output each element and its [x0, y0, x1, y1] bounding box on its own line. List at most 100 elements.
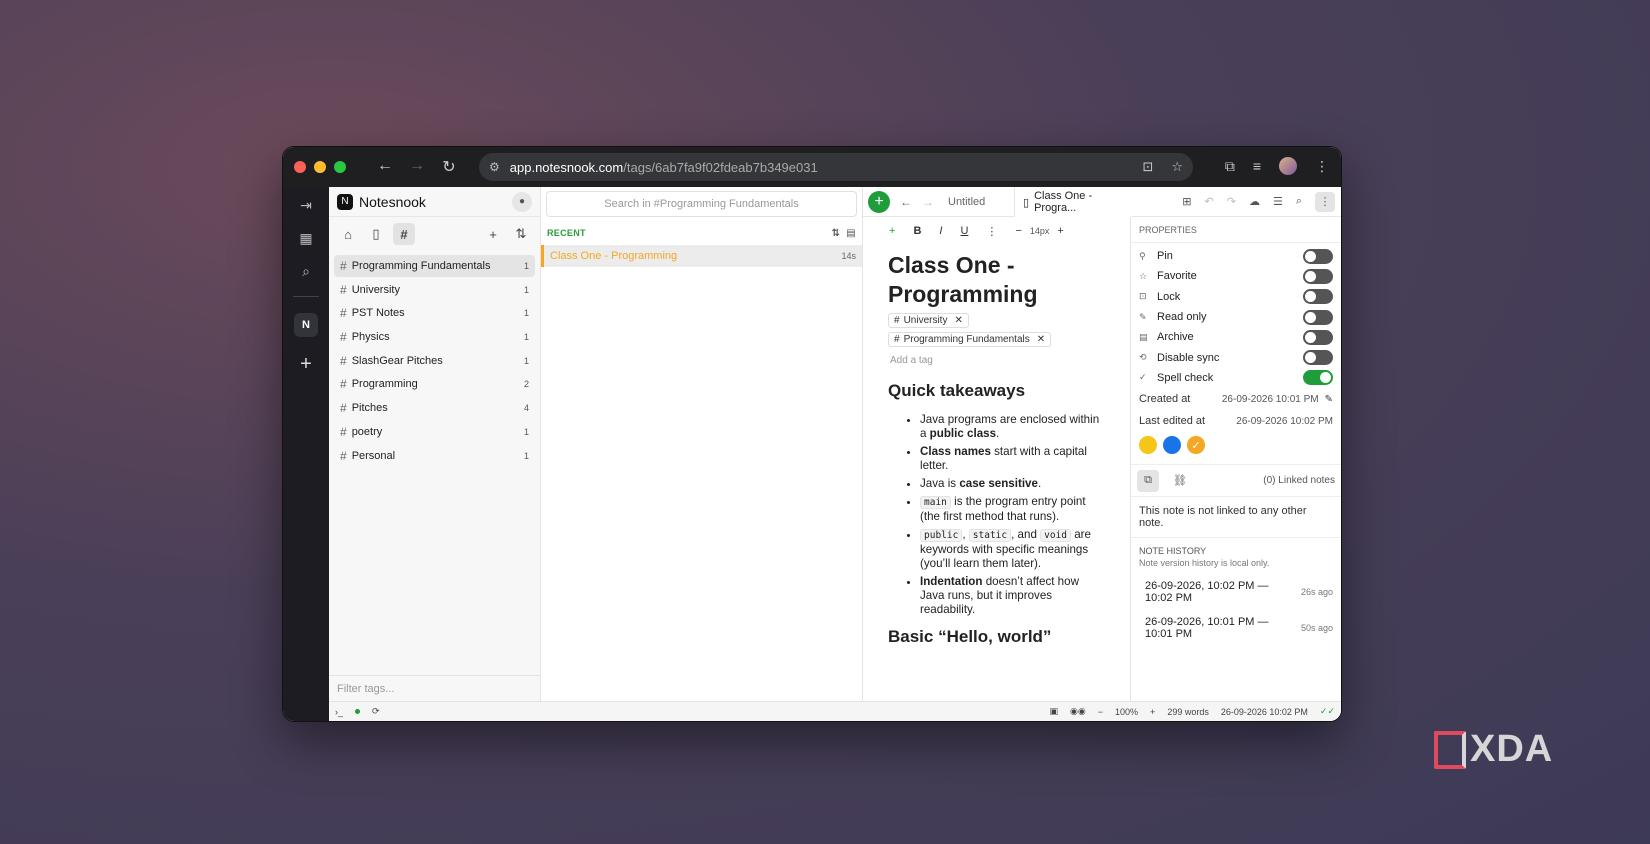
italic-icon[interactable]: I: [939, 225, 942, 237]
filter-tags-input[interactable]: Filter tags...: [329, 675, 540, 701]
tag-item[interactable]: # Pitches 4: [334, 397, 535, 419]
redo-icon[interactable]: ↷: [1227, 195, 1236, 208]
color-blue[interactable]: [1163, 436, 1181, 455]
tag-item[interactable]: # University 1: [334, 279, 535, 301]
bookmark-star-icon[interactable]: ☆: [1171, 159, 1183, 175]
readonly-toggle[interactable]: [1303, 309, 1333, 325]
maximize-window-button[interactable]: [334, 161, 346, 173]
home-icon[interactable]: ⌂: [337, 223, 359, 245]
back-arrow-icon[interactable]: ←: [900, 195, 912, 209]
notesnook-logo-icon[interactable]: N: [294, 313, 318, 337]
sort-icon[interactable]: ⇅: [832, 228, 841, 239]
link-icon[interactable]: ⛓: [1169, 470, 1191, 492]
increase-font-icon[interactable]: +: [1057, 225, 1063, 237]
tag-item[interactable]: # Programming 2: [334, 373, 535, 395]
undo-icon[interactable]: ↶: [1205, 195, 1214, 208]
zoom-in-icon[interactable]: +: [1150, 707, 1155, 717]
cloud-upload-icon[interactable]: ☁: [1249, 195, 1260, 208]
focus-mode-icon[interactable]: ⊞: [1182, 195, 1191, 208]
tag-label: Personal: [351, 449, 396, 462]
note-title-heading[interactable]: Class One - Programming: [888, 251, 1105, 309]
url-path: /tags/6ab7fa9f02fdeab7b349e031: [623, 159, 818, 175]
forward-icon[interactable]: →: [408, 157, 426, 177]
decrease-font-icon[interactable]: −: [1015, 225, 1021, 237]
insert-icon[interactable]: +: [889, 225, 895, 237]
note-list-item[interactable]: Class One - Programming 14s: [541, 245, 862, 267]
add-icon[interactable]: +: [300, 353, 312, 376]
tag-item[interactable]: # poetry 1: [334, 421, 535, 443]
note-document[interactable]: Class One - Programming # University ✕ # Pr…: [863, 245, 1130, 653]
pin-toggle[interactable]: [1303, 248, 1333, 264]
collapse-sidebar-icon[interactable]: ⇥: [300, 197, 312, 214]
tab-label: Class One - Progra...: [1034, 190, 1093, 214]
sync-icon[interactable]: ⟳: [372, 706, 380, 717]
media-icon[interactable]: ≡: [1253, 158, 1261, 174]
tag-chip[interactable]: # Programming Fundamentals ✕: [888, 332, 1052, 347]
site-settings-icon[interactable]: ⚙: [489, 160, 500, 174]
tag-item[interactable]: # Personal 1: [334, 445, 535, 467]
table-of-contents-icon[interactable]: ☰: [1273, 195, 1283, 208]
remove-tag-icon[interactable]: ✕: [954, 315, 962, 326]
lock-toggle[interactable]: [1303, 289, 1333, 305]
tag-item[interactable]: # SlashGear Pitches 1: [334, 350, 535, 372]
history-subtitle: Note version history is local only.: [1139, 558, 1270, 569]
forward-arrow-icon[interactable]: →: [922, 195, 934, 209]
sort-icon[interactable]: ⇅: [510, 223, 532, 245]
prop-archive: ▤ Archive: [1131, 327, 1341, 347]
add-tag-icon[interactable]: +: [482, 223, 504, 245]
spell-check-toggle[interactable]: [1303, 370, 1333, 386]
list-item: Class names start with a capital letter.: [920, 445, 1105, 473]
tag-item[interactable]: # Programming Fundamentals 1: [334, 255, 535, 277]
search-input[interactable]: Search in #Programming Fundamentals: [546, 191, 857, 217]
search-icon[interactable]: ⌕: [1296, 195, 1302, 208]
tag-item[interactable]: # PST Notes 1: [334, 302, 535, 324]
reading-mode-icon[interactable]: ◉◉: [1070, 706, 1086, 717]
account-icon[interactable]: ●: [512, 191, 532, 212]
profile-avatar[interactable]: [1279, 157, 1297, 175]
tag-count: 1: [523, 284, 529, 295]
add-tag-input[interactable]: Add a tag: [890, 355, 1105, 366]
bold-icon[interactable]: B: [913, 225, 921, 237]
tag-chip[interactable]: # University ✕: [888, 313, 969, 328]
install-app-icon[interactable]: ⊡: [1142, 159, 1153, 175]
new-note-button[interactable]: +: [868, 190, 890, 213]
list-view-icon[interactable]: ▤: [846, 228, 856, 239]
backlinks-icon[interactable]: ⧉: [1137, 469, 1159, 492]
remove-tag-icon[interactable]: ✕: [1037, 334, 1045, 345]
dashboard-icon[interactable]: ▦: [299, 230, 312, 247]
terminal-icon[interactable]: ›_: [335, 707, 343, 717]
list-item: public, static, and void are keywords wi…: [920, 528, 1105, 571]
zoom-out-icon[interactable]: −: [1098, 707, 1103, 717]
tag-count: 1: [523, 308, 529, 319]
app-logo-icon: N: [337, 193, 353, 210]
tag-item[interactable]: # Physics 1: [334, 326, 535, 348]
archive-toggle[interactable]: [1303, 329, 1333, 345]
tab-untitled[interactable]: Untitled: [948, 196, 985, 208]
more-format-icon[interactable]: ⋮: [986, 225, 997, 238]
minimize-window-button[interactable]: [314, 161, 326, 173]
close-window-button[interactable]: [294, 161, 306, 173]
address-bar[interactable]: ⚙ app.notesnook.com/tags/6ab7fa9f02fdeab…: [479, 153, 1193, 181]
saved-check-icon: ✓✓: [1319, 706, 1335, 716]
underline-icon[interactable]: U: [960, 225, 968, 237]
search-notes-icon[interactable]: ⌕: [302, 263, 310, 280]
browser-menu-icon[interactable]: ⋮: [1315, 158, 1329, 175]
history-item[interactable]: 26-09-2026, 10:01 PM — 10:01 PM 50s ago: [1131, 616, 1341, 640]
reload-icon[interactable]: ↻: [440, 157, 458, 177]
more-options-icon[interactable]: ⋮: [1315, 191, 1335, 212]
notebook-icon[interactable]: ▯: [365, 223, 387, 245]
tags-icon[interactable]: #: [393, 223, 415, 245]
font-size-value[interactable]: 14px: [1030, 226, 1050, 236]
back-icon[interactable]: ←: [376, 157, 394, 177]
browser-toolbar: ← → ↻ ⚙ app.notesnook.com/tags/6ab7fa9f0…: [283, 147, 1341, 187]
url-host: app.notesnook.com: [509, 159, 624, 175]
document-icon: ▯: [1023, 196, 1030, 209]
edit-date-icon[interactable]: ✎: [1325, 394, 1333, 405]
layout-icon[interactable]: ▣: [1050, 706, 1059, 717]
disable-sync-toggle[interactable]: [1303, 350, 1333, 366]
history-item[interactable]: 26-09-2026, 10:02 PM — 10:02 PM 26s ago: [1131, 580, 1341, 604]
color-yellow[interactable]: [1139, 436, 1157, 455]
extensions-icon[interactable]: ⧉: [1225, 158, 1235, 175]
color-orange-selected[interactable]: ✓: [1187, 436, 1205, 455]
favorite-toggle[interactable]: [1303, 268, 1333, 284]
